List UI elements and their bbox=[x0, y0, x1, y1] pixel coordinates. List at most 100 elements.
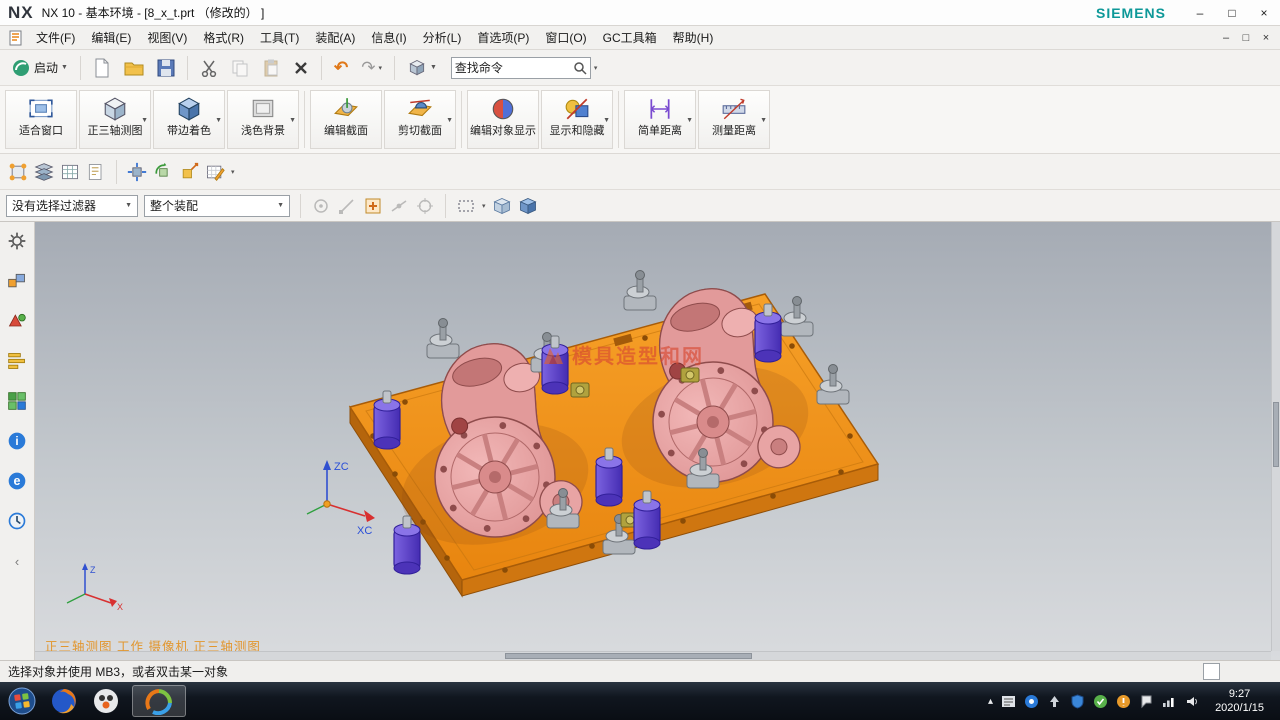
action-center-icon[interactable] bbox=[1138, 693, 1154, 709]
update-tray-icon[interactable] bbox=[1115, 693, 1131, 709]
solid-cube-button[interactable] bbox=[518, 196, 538, 216]
child-restore-button[interactable]: □ bbox=[1236, 30, 1256, 46]
notes-button[interactable] bbox=[86, 162, 106, 182]
dropdown-arrow-icon[interactable]: ▼ bbox=[141, 117, 148, 124]
menu-item-file[interactable]: 文件(F) bbox=[28, 26, 83, 50]
sidebar-collapse[interactable]: ‹ bbox=[4, 548, 30, 574]
sidebar-part-navigator[interactable] bbox=[4, 348, 30, 374]
taskbar-firefox-button[interactable] bbox=[48, 685, 80, 717]
snap-mid-toggle[interactable] bbox=[389, 196, 409, 216]
wireframe-cube-button[interactable] bbox=[492, 196, 512, 216]
wcs-triad[interactable]: ZC XC bbox=[307, 460, 375, 537]
antivirus-tray-icon[interactable] bbox=[1092, 693, 1108, 709]
snap-center-toggle[interactable] bbox=[415, 196, 435, 216]
cut-button[interactable] bbox=[195, 54, 223, 82]
snap-point-toggle[interactable] bbox=[311, 196, 331, 216]
new-file-button[interactable] bbox=[88, 54, 116, 82]
menu-item-information[interactable]: 信息(I) bbox=[363, 26, 414, 50]
titlebar-close-button[interactable]: × bbox=[1252, 3, 1276, 23]
menu-item-view[interactable]: 视图(V) bbox=[139, 26, 195, 50]
vertical-scrollbar-thumb[interactable] bbox=[1273, 402, 1279, 466]
rotate-component-button[interactable] bbox=[153, 162, 173, 182]
rectangle-select-button[interactable] bbox=[456, 196, 476, 216]
orient-axis-button[interactable] bbox=[179, 162, 199, 182]
titlebar-minimize-button[interactable]: – bbox=[1188, 3, 1212, 23]
menu-item-help[interactable]: 帮助(H) bbox=[665, 26, 722, 50]
sidebar-reuse-library[interactable] bbox=[4, 388, 30, 414]
status-right-icon[interactable] bbox=[1203, 663, 1220, 680]
delete-button[interactable] bbox=[288, 54, 314, 82]
command-search-input[interactable] bbox=[455, 61, 573, 75]
graphics-viewport[interactable]: ZC XC Z X 模具造型和网 正三轴测图 工作 摄像机 正三轴测图 bbox=[35, 222, 1280, 660]
sidebar-history[interactable] bbox=[4, 508, 30, 534]
search-icon[interactable] bbox=[573, 61, 587, 75]
upload-tray-icon[interactable] bbox=[1046, 693, 1062, 709]
selection-filter-dropdown[interactable]: 没有选择过滤器 ▼ bbox=[6, 195, 138, 217]
menu-item-analysis[interactable]: 分析(L) bbox=[415, 26, 470, 50]
copy-button[interactable] bbox=[226, 54, 254, 82]
sidebar-settings[interactable] bbox=[4, 228, 30, 254]
snap-end-toggle[interactable] bbox=[337, 196, 357, 216]
help-tray-icon[interactable] bbox=[1023, 693, 1039, 709]
ribbon-fit-window[interactable]: 适合窗口 bbox=[5, 90, 77, 149]
vertical-scrollbar[interactable] bbox=[1271, 222, 1280, 651]
taskbar-clock[interactable]: 9:27 2020/1/15 bbox=[1207, 687, 1274, 715]
redo-button[interactable]: ↷ ▾ bbox=[356, 54, 387, 82]
ime-indicator[interactable] bbox=[1000, 693, 1016, 709]
paste-button[interactable] bbox=[257, 54, 285, 82]
undo-button[interactable]: ↶ bbox=[329, 54, 353, 82]
start-button[interactable] bbox=[6, 685, 38, 717]
horizontal-scrollbar-thumb[interactable] bbox=[505, 653, 752, 659]
dropdown-arrow-icon[interactable]: ▼ bbox=[289, 117, 296, 124]
sidebar-assembly-navigator[interactable] bbox=[4, 268, 30, 294]
toolbar-overflow-arrow-icon[interactable]: ▾ bbox=[231, 168, 235, 176]
ribbon-isometric-view[interactable]: 正三轴测图 ▼ bbox=[79, 90, 151, 149]
dropdown-arrow-icon[interactable]: ▾ bbox=[594, 64, 598, 72]
ribbon-shaded-with-edges[interactable]: 带边着色 ▼ bbox=[153, 90, 225, 149]
sidebar-constraint-navigator[interactable] bbox=[4, 308, 30, 334]
menu-item-preferences[interactable]: 首选项(P) bbox=[469, 26, 537, 50]
snap-plus-toggle[interactable] bbox=[363, 196, 383, 216]
ribbon-edit-section[interactable]: 编辑截面 bbox=[310, 90, 382, 149]
datum-table-button[interactable] bbox=[60, 162, 80, 182]
selection-scope-dropdown[interactable]: 整个装配 ▼ bbox=[144, 195, 290, 217]
volume-icon[interactable] bbox=[1184, 693, 1200, 709]
titlebar-maximize-button[interactable]: □ bbox=[1220, 3, 1244, 23]
save-button[interactable] bbox=[152, 54, 180, 82]
menu-item-gc-toolbox[interactable]: GC工具箱 bbox=[595, 26, 665, 50]
ribbon-light-background[interactable]: 浅色背景 ▼ bbox=[227, 90, 299, 149]
ribbon-show-hide[interactable]: 显示和隐藏 ▼ bbox=[541, 90, 613, 149]
sidebar-info-window[interactable]: i bbox=[4, 428, 30, 454]
dropdown-arrow-icon[interactable]: ▼ bbox=[446, 117, 453, 124]
ribbon-measure-distance[interactable]: 测量距离 ▼ bbox=[698, 90, 770, 149]
view-menu-button[interactable]: ▼ bbox=[402, 54, 442, 82]
child-minimize-button[interactable]: – bbox=[1216, 30, 1236, 46]
ribbon-simple-distance[interactable]: 简单距离 ▼ bbox=[624, 90, 696, 149]
menu-item-format[interactable]: 格式(R) bbox=[195, 26, 252, 50]
dropdown-arrow-icon[interactable]: ▼ bbox=[686, 117, 693, 124]
ribbon-edit-object-display[interactable]: 编辑对象显示 bbox=[467, 90, 539, 149]
dropdown-arrow-icon[interactable]: ▼ bbox=[215, 117, 222, 124]
taskbar-app2-button[interactable] bbox=[90, 685, 122, 717]
sketch-grid-button[interactable] bbox=[205, 162, 225, 182]
start-menu-button[interactable]: 启动 ▼ bbox=[6, 54, 73, 82]
dropdown-arrow-icon[interactable]: ▾ bbox=[482, 202, 486, 210]
dropdown-arrow-icon[interactable]: ▼ bbox=[603, 117, 610, 124]
dropdown-arrow-icon[interactable]: ▼ bbox=[760, 117, 767, 124]
security-shield-icon[interactable] bbox=[1069, 693, 1085, 709]
menu-item-window[interactable]: 窗口(O) bbox=[537, 26, 594, 50]
menu-item-assemblies[interactable]: 装配(A) bbox=[307, 26, 363, 50]
assembly-constraints-button[interactable] bbox=[8, 162, 28, 182]
child-close-button[interactable]: × bbox=[1256, 30, 1276, 46]
move-component-button[interactable] bbox=[127, 162, 147, 182]
menu-item-edit[interactable]: 编辑(E) bbox=[83, 26, 139, 50]
layers-button[interactable] bbox=[34, 162, 54, 182]
network-icon[interactable] bbox=[1161, 693, 1177, 709]
taskbar-nx-button[interactable] bbox=[132, 685, 186, 717]
menu-item-tools[interactable]: 工具(T) bbox=[252, 26, 307, 50]
ribbon-clip-section[interactable]: 剪切截面 ▼ bbox=[384, 90, 456, 149]
sidebar-web-browser[interactable]: e bbox=[4, 468, 30, 494]
hidden-icons-button[interactable]: ▴ bbox=[988, 696, 993, 707]
horizontal-scrollbar[interactable] bbox=[35, 651, 1271, 660]
open-file-button[interactable] bbox=[119, 54, 149, 82]
